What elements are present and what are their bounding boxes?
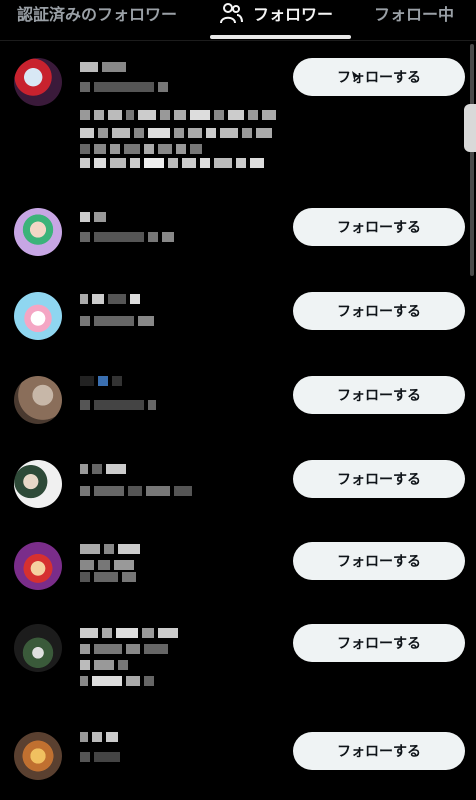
list-item[interactable]: フォローする (0, 540, 476, 610)
active-tab-indicator (210, 35, 351, 39)
tab-following-label: フォロー中 (374, 5, 455, 24)
list-item[interactable]: フォローする (0, 208, 476, 278)
avatar[interactable] (14, 624, 62, 672)
redacted-handle (80, 752, 124, 762)
follow-button[interactable]: フォローする (293, 460, 465, 498)
scrollbar[interactable] (470, 44, 474, 276)
redacted-handle (80, 316, 158, 326)
redacted-handle (80, 400, 160, 410)
follow-button[interactable]: フォローする (293, 376, 465, 414)
list-item[interactable]: フォローする (0, 290, 476, 360)
redacted-name (80, 628, 182, 638)
avatar[interactable] (14, 542, 62, 590)
avatar[interactable] (14, 732, 62, 780)
redacted-name (80, 62, 130, 72)
tab-bar: 認証済みのフォロワー フォロワー フォロー中 (0, 0, 476, 41)
redacted-bio (80, 572, 140, 582)
people-icon (220, 3, 243, 24)
avatar[interactable] (14, 58, 62, 106)
redacted-bio (80, 660, 132, 670)
redacted-name (80, 464, 130, 474)
list-item[interactable]: フォローする (0, 56, 476, 196)
list-item[interactable]: フォローする (0, 374, 476, 444)
redacted-handle (80, 486, 196, 496)
redacted-name (80, 212, 110, 222)
list-item[interactable]: フォローする (0, 458, 476, 528)
redacted-name (80, 294, 144, 304)
avatar[interactable] (14, 292, 62, 340)
redacted-bio (80, 110, 280, 120)
redacted-handle (80, 82, 172, 92)
redacted-bio (80, 128, 276, 138)
tab-following[interactable]: フォロー中 (374, 0, 454, 40)
follow-button[interactable]: フォローする (293, 624, 465, 662)
follow-button[interactable]: フォローする (293, 58, 465, 96)
follow-button[interactable]: フォローする (293, 542, 465, 580)
redacted-name (80, 544, 144, 554)
redacted-bio (80, 158, 268, 168)
follow-button[interactable]: フォローする (293, 292, 465, 330)
follow-button[interactable]: フォローする (293, 208, 465, 246)
redacted-name (80, 376, 126, 386)
tab-followers[interactable]: フォロワー (219, 0, 333, 40)
redacted-name (80, 732, 122, 742)
redacted-handle (80, 644, 172, 654)
followers-screen: 認証済みのフォロワー フォロワー フォロー中 フォローする フォローする フォロ… (0, 0, 476, 800)
scroll-handle[interactable] (464, 104, 476, 152)
follow-button[interactable]: フォローする (293, 732, 465, 770)
redacted-bio (80, 676, 158, 686)
tab-followers-label: フォロワー (253, 5, 334, 24)
redacted-handle (80, 232, 178, 242)
redacted-handle (80, 560, 138, 570)
list-item[interactable]: フォローする (0, 624, 476, 714)
avatar[interactable] (14, 460, 62, 508)
tab-verified-followers[interactable]: 認証済みのフォロワー (17, 0, 177, 40)
redacted-bio (80, 144, 206, 154)
avatar[interactable] (14, 208, 62, 256)
list-item[interactable]: フォローする (0, 730, 476, 800)
avatar[interactable] (14, 376, 62, 424)
tab-verified-label: 認証済みのフォロワー (17, 5, 178, 24)
